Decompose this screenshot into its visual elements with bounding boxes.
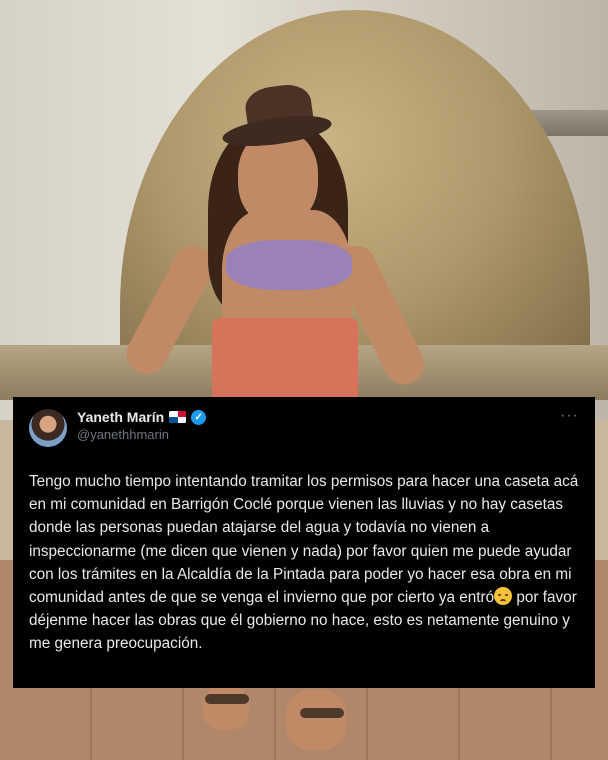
- sandal-strap-right: [300, 708, 344, 718]
- user-handle[interactable]: @yanethhmarin: [77, 427, 206, 442]
- author-name-row: Yaneth Marín ✓: [77, 409, 207, 425]
- person-top: [226, 240, 352, 290]
- person-skirt: [212, 318, 358, 408]
- sandal-strap-left: [205, 694, 249, 704]
- tweet-text-part-1: Tengo mucho tiempo intentando tramitar l…: [29, 473, 579, 607]
- author-info: Yaneth Marín ✓ @yanethhmarin: [77, 409, 207, 442]
- tweet-card: Yaneth Marín ✓ @yanethhmarin ··· Tengo m…: [13, 397, 595, 688]
- avatar[interactable]: [29, 409, 67, 447]
- person-foot-right: [286, 690, 346, 750]
- disappointed-face-emoji: [494, 587, 513, 606]
- tweet-header: Yaneth Marín ✓ @yanethhmarin ···: [29, 408, 579, 451]
- more-options-icon[interactable]: ···: [560, 408, 579, 424]
- verified-badge-icon: ✓: [191, 409, 207, 425]
- display-name[interactable]: Yaneth Marín: [77, 409, 164, 425]
- panama-flag-icon: [169, 411, 187, 423]
- person-foot-left: [203, 686, 249, 730]
- tweet-text: Tengo mucho tiempo intentando tramitar l…: [29, 470, 579, 656]
